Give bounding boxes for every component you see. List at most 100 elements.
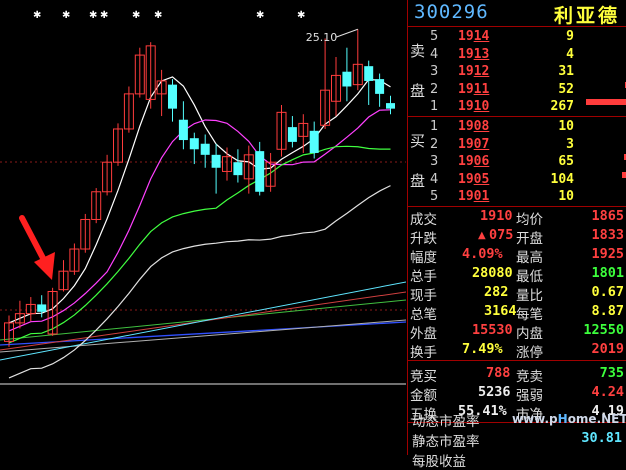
ask-price[interactable]: 1914: [458, 29, 489, 44]
value-junjia: 1865: [591, 208, 624, 224]
value-jingtai: 30.81: [581, 430, 622, 446]
ask-volume: 267: [551, 99, 574, 114]
ask-volume: 9: [566, 29, 574, 44]
ask-volume: 52: [558, 82, 574, 97]
label-zuigao: 最高: [516, 246, 543, 266]
ma30-line: [9, 186, 391, 378]
bid-volume: 10: [558, 189, 574, 204]
ask-level: 5: [430, 29, 438, 44]
label-meibi: 每笔: [516, 303, 543, 323]
bid-row-3[interactable]: 3190665: [428, 153, 626, 172]
bid-price[interactable]: 1905: [458, 172, 489, 187]
candle-body-down: [288, 127, 297, 142]
label-liangbi: 量比: [516, 284, 543, 304]
value-liangbi: 0.67: [591, 284, 624, 300]
up-triangle-icon: ▲: [478, 230, 486, 241]
label-chengjiao: 成交: [410, 208, 437, 228]
bid-row-2[interactable]: 2 1907 3: [428, 136, 626, 155]
event-star-icon: ✱: [132, 10, 140, 21]
bid-price[interactable]: 1901: [458, 189, 489, 204]
stat-row-shengdie: 升跌 ▲ 075 开盘 1833: [410, 226, 624, 245]
stat-row-xianshou: 现手 282 量比 0.67: [410, 283, 624, 302]
ask-row-1[interactable]: 11910267: [428, 98, 626, 117]
stat-row-zongshou: 总手 28080 最低 1801: [410, 264, 624, 283]
value-zongbi: 3164: [484, 303, 517, 319]
ma10-line: [9, 110, 391, 331]
candle-body-down: [37, 304, 46, 311]
event-star-icon: ✱: [256, 10, 264, 21]
ma-line-gray: [0, 320, 406, 352]
annotation-arrow-shaft: [22, 218, 45, 262]
bid-level: 2: [430, 137, 438, 152]
bid-row-1[interactable]: 1 1908 10: [428, 118, 626, 137]
bid-volume: 3: [566, 137, 574, 152]
value-qiangruo: 4.24: [591, 384, 624, 400]
label-neipan: 内盘: [516, 322, 543, 342]
stock-header: 300296 利亚德: [408, 0, 626, 27]
ask-row-4[interactable]: 419134: [428, 46, 626, 65]
value-neipan: 12550: [583, 322, 624, 338]
ask-price[interactable]: 1910: [458, 99, 489, 114]
ask-side-label-2: 盘: [410, 80, 426, 101]
event-star-icon: ✱: [33, 10, 41, 21]
ask-volume-bar: [586, 99, 626, 105]
bid-volume-bar: [622, 172, 626, 178]
ask-side-label-1: 卖: [410, 40, 426, 61]
ask-price[interactable]: 1911: [458, 82, 489, 97]
label-jine: 金额: [410, 384, 437, 404]
stat-row-waipan: 外盘 15530 内盘 12550: [410, 321, 624, 340]
bid-side-label-2: 盘: [410, 170, 426, 191]
ma-line-cyan: [0, 282, 406, 360]
stat-row-zongbi: 总笔 3164 每笔 8.87: [410, 302, 624, 321]
bid-level: 4: [430, 172, 438, 187]
value-xianshou: 282: [484, 284, 508, 300]
label-dongtai: 动态市盈率: [412, 410, 480, 430]
ask-price[interactable]: 1912: [458, 64, 489, 79]
label-tail: 每股收益: [412, 450, 466, 470]
bid-row-4[interactable]: 4 1905 104: [428, 171, 626, 190]
bid-row-5[interactable]: 5 1901 10: [428, 188, 626, 207]
bid-level: 3: [430, 154, 438, 169]
ask-book: 卖 盘 5191494191343191231219115211910267: [408, 27, 626, 117]
label-huanshou: 换手: [410, 341, 437, 361]
stat-row-jingtai: 静态市盈率 30.81: [412, 429, 622, 448]
stock-name: 利亚德: [554, 1, 620, 28]
bid-price[interactable]: 1907: [458, 137, 489, 152]
stock-code[interactable]: 300296: [414, 1, 489, 23]
bid-side-label-1: 买: [410, 130, 426, 151]
ask-row-5[interactable]: 5 1914 9: [428, 28, 626, 47]
bid-volume: 104: [551, 172, 574, 187]
label-xianshou: 现手: [410, 284, 437, 304]
bid-level: 1: [430, 119, 438, 134]
ask-row-2[interactable]: 2191152: [428, 81, 626, 100]
value-jingmai: 788: [486, 365, 510, 381]
candle-body-down: [212, 155, 221, 168]
value-kaipan: 1833: [591, 227, 624, 243]
candle-body-down: [364, 66, 373, 81]
bid-volume: 10: [558, 119, 574, 134]
value-zongshou: 28080: [472, 265, 513, 281]
label-zhangting: 涨停: [516, 341, 543, 361]
ask-price[interactable]: 1913: [458, 47, 489, 62]
label-kaipan: 开盘: [516, 227, 543, 247]
bid-price[interactable]: 1908: [458, 119, 489, 134]
candle-body-down: [168, 85, 177, 109]
stat-row-jine: 金额 5236 强弱 4.24: [410, 383, 624, 402]
ask-level: 4: [430, 47, 438, 62]
ma5-line: [9, 77, 391, 323]
bid-price[interactable]: 1906: [458, 154, 489, 169]
value-waipan: 15530: [472, 322, 513, 338]
candle-body-down: [386, 103, 395, 109]
stat-row-tail: 每股收益: [412, 449, 622, 468]
kline-chart[interactable]: 25.10✱✱✱✱✱✱✱✱: [0, 0, 406, 455]
stat-row-fudu: 幅度 4.09% 最高 1925: [410, 245, 624, 264]
label-zongshou: 总手: [410, 265, 437, 285]
label-waipan: 外盘: [410, 322, 437, 342]
bid-level: 5: [430, 189, 438, 204]
ask-row-3[interactable]: 3191231: [428, 63, 626, 82]
watermark-mid: H: [558, 412, 568, 426]
label-fudu: 幅度: [410, 246, 437, 266]
event-star-icon: ✱: [100, 10, 108, 21]
label-jingtai: 静态市盈率: [412, 430, 480, 450]
label-qiangruo: 强弱: [516, 384, 543, 404]
